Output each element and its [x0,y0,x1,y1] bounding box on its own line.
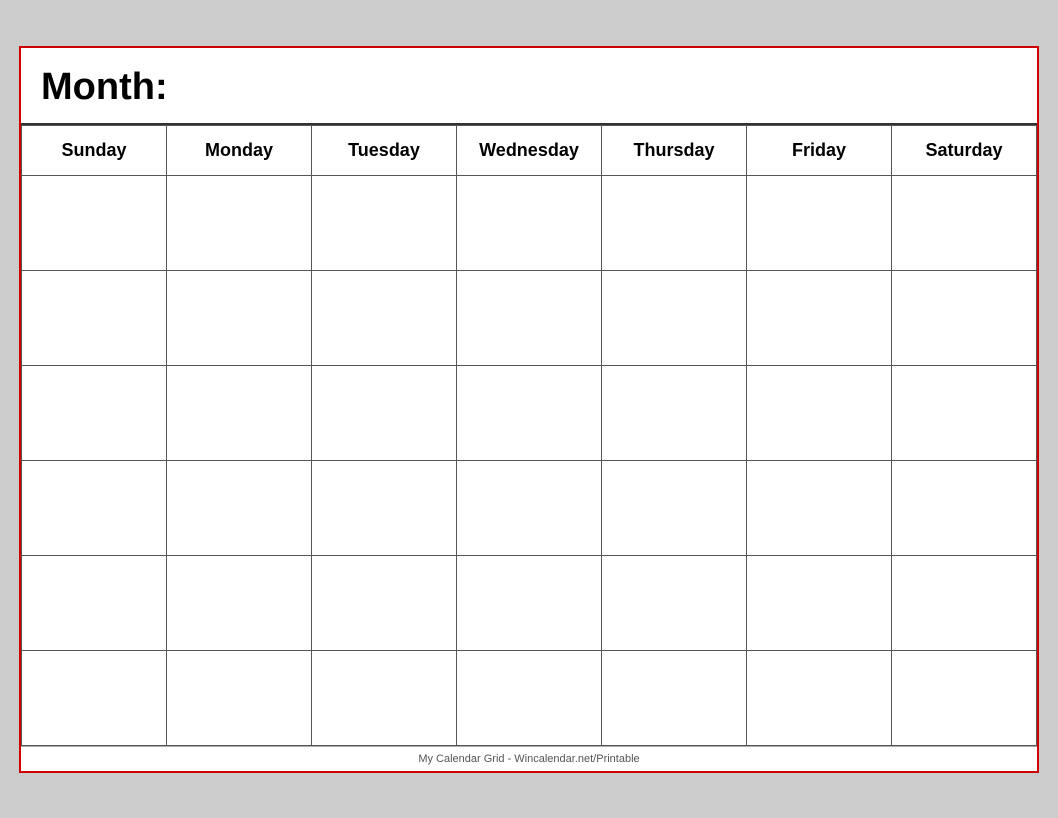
calendar-cell[interactable] [892,175,1037,270]
calendar-cell[interactable] [747,460,892,555]
calendar-cell[interactable] [747,175,892,270]
calendar-row [22,175,1037,270]
calendar-cell[interactable] [22,555,167,650]
calendar-cell[interactable] [602,365,747,460]
header-wednesday: Wednesday [457,125,602,175]
calendar-cell[interactable] [747,270,892,365]
header-saturday: Saturday [892,125,1037,175]
calendar-cell[interactable] [892,270,1037,365]
header-thursday: Thursday [602,125,747,175]
calendar-cell[interactable] [892,365,1037,460]
calendar-cell[interactable] [167,460,312,555]
calendar-cell[interactable] [167,650,312,745]
header-friday: Friday [747,125,892,175]
calendar-cell[interactable] [457,555,602,650]
header-sunday: Sunday [22,125,167,175]
calendar-cell[interactable] [167,365,312,460]
header-monday: Monday [167,125,312,175]
calendar-cell[interactable] [457,650,602,745]
calendar-cell[interactable] [167,555,312,650]
calendar-cell[interactable] [892,555,1037,650]
calendar-cell[interactable] [602,270,747,365]
calendar-cell[interactable] [22,270,167,365]
calendar-cell[interactable] [312,555,457,650]
calendar-cell[interactable] [457,460,602,555]
calendar-cell[interactable] [892,650,1037,745]
calendar-cell[interactable] [602,650,747,745]
calendar-cell[interactable] [602,460,747,555]
days-header: SundayMondayTuesdayWednesdayThursdayFrid… [22,125,1037,175]
calendar-cell[interactable] [457,175,602,270]
calendar-row [22,460,1037,555]
calendar-cell[interactable] [312,460,457,555]
header-tuesday: Tuesday [312,125,457,175]
calendar-cell[interactable] [747,555,892,650]
footer-text: My Calendar Grid - Wincalendar.net/Print… [418,753,639,765]
calendar-cell[interactable] [602,175,747,270]
calendar-cell[interactable] [22,650,167,745]
calendar-cell[interactable] [312,175,457,270]
calendar-cell[interactable] [167,175,312,270]
calendar-row [22,365,1037,460]
calendar-cell[interactable] [22,175,167,270]
calendar-row [22,555,1037,650]
calendar-row [22,270,1037,365]
calendar-cell[interactable] [457,270,602,365]
calendar-page: Month: SundayMondayTuesdayWednesdayThurs… [19,46,1039,773]
calendar-cell[interactable] [892,460,1037,555]
calendar-cell[interactable] [312,365,457,460]
calendar-header: Month: [21,48,1037,125]
month-title: Month: [41,66,1017,109]
calendar-body [22,175,1037,745]
calendar-cell[interactable] [457,365,602,460]
calendar-cell[interactable] [167,270,312,365]
calendar-row [22,650,1037,745]
calendar-cell[interactable] [747,365,892,460]
calendar-cell[interactable] [312,270,457,365]
calendar-cell[interactable] [22,460,167,555]
calendar-header-row: SundayMondayTuesdayWednesdayThursdayFrid… [22,125,1037,175]
calendar-cell[interactable] [602,555,747,650]
calendar-cell[interactable] [22,365,167,460]
calendar-cell[interactable] [312,650,457,745]
calendar-footer: My Calendar Grid - Wincalendar.net/Print… [21,746,1037,771]
calendar-cell[interactable] [747,650,892,745]
calendar-grid: SundayMondayTuesdayWednesdayThursdayFrid… [21,125,1037,746]
